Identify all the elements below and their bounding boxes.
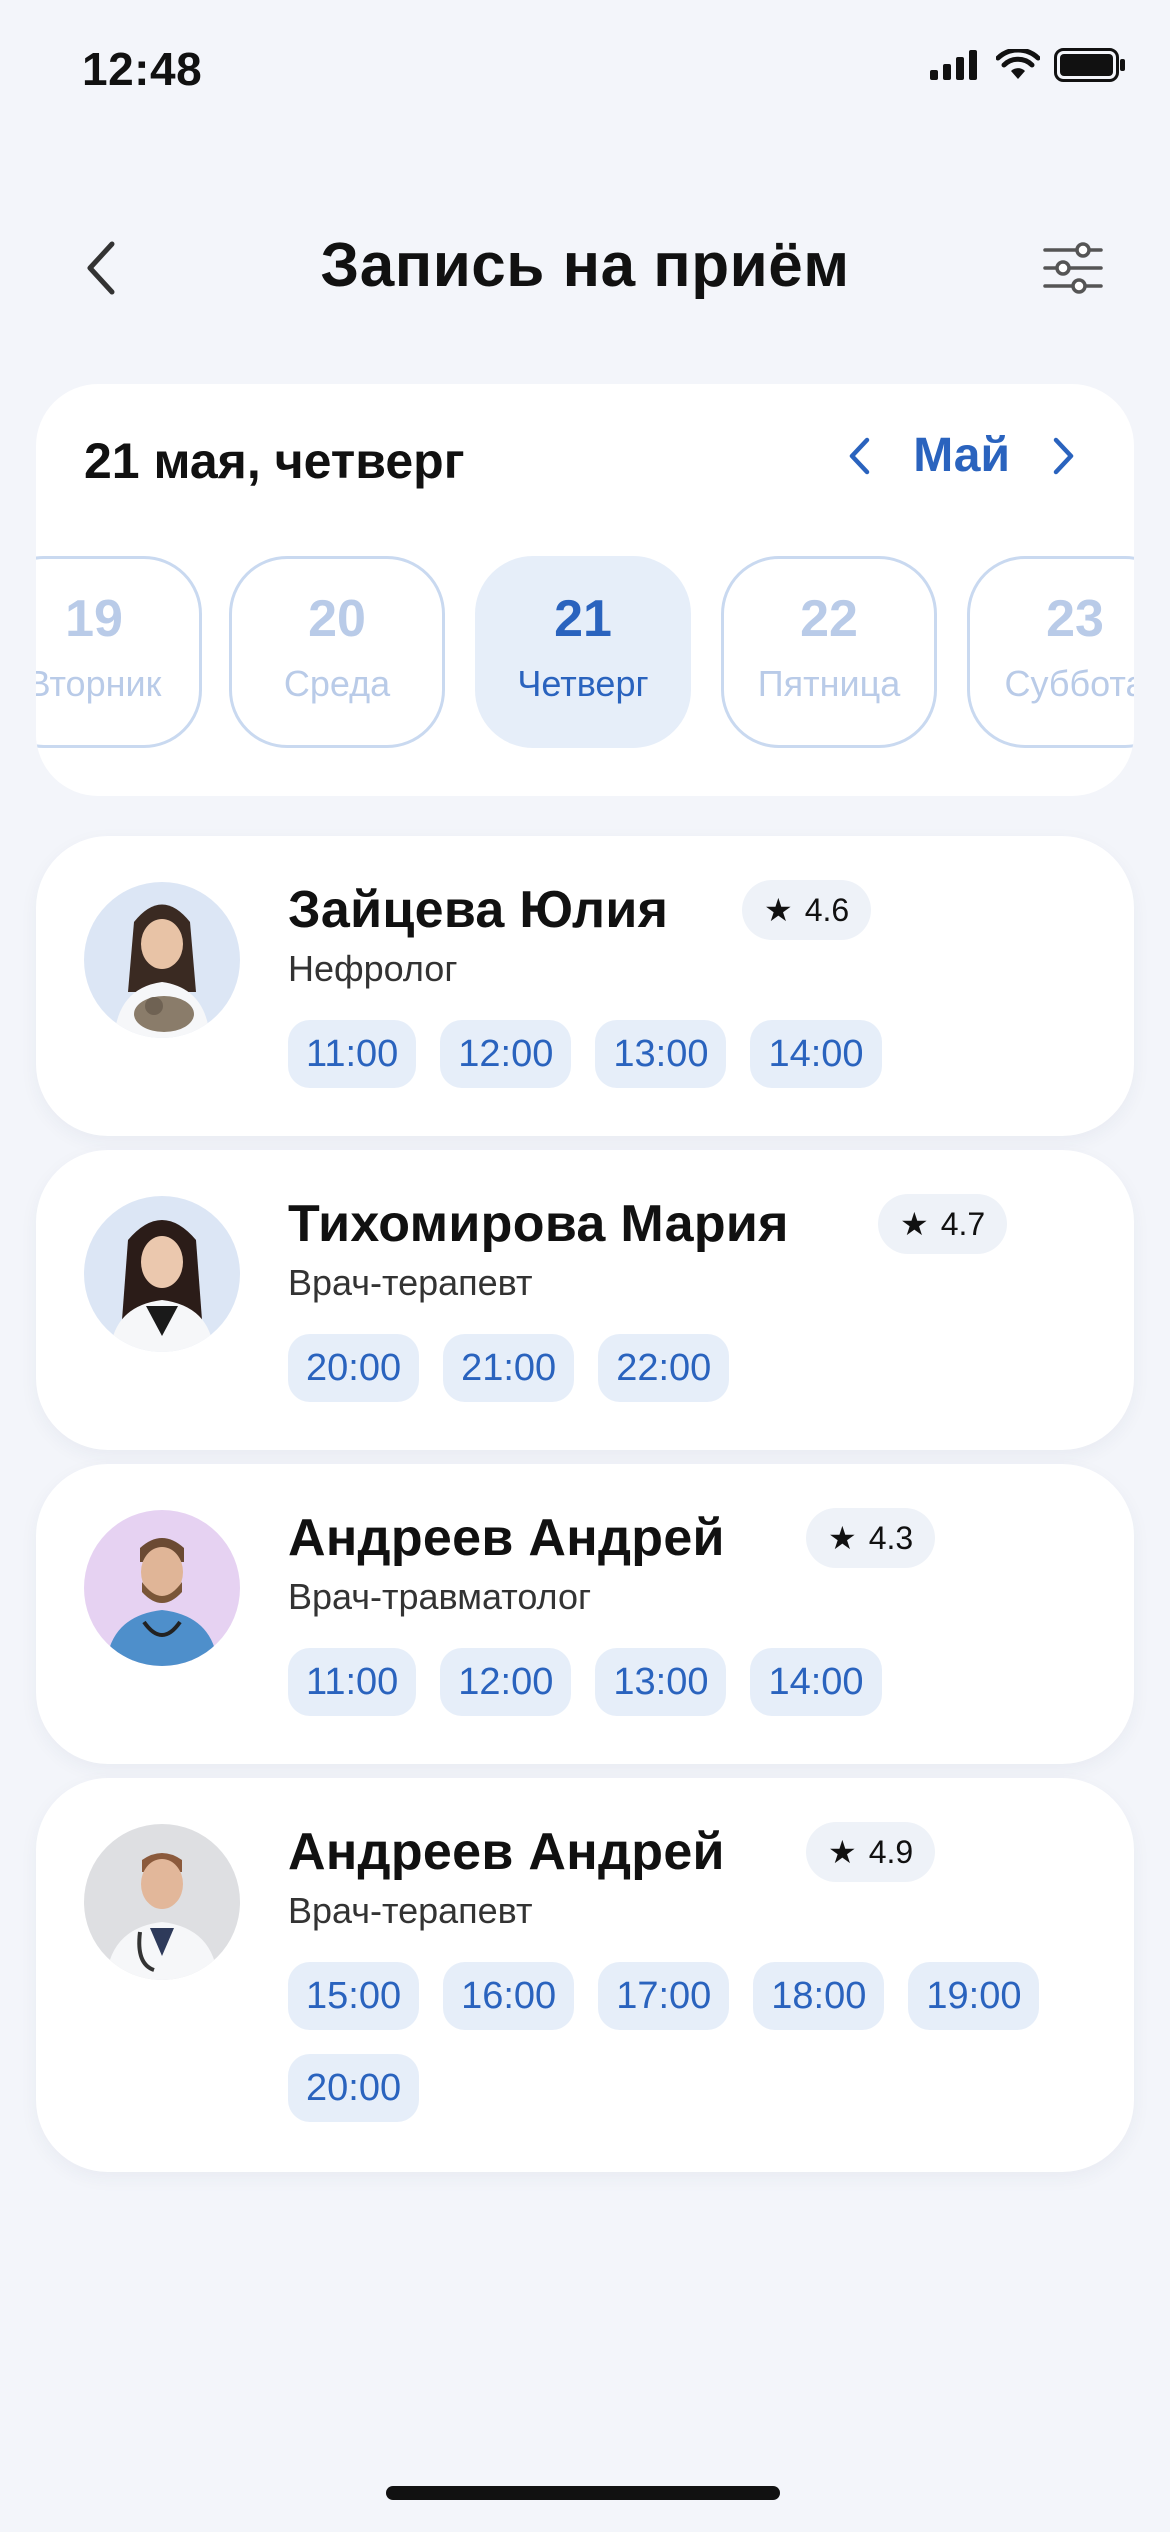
day-number: 21 xyxy=(554,590,612,648)
doctor-name: Андреев Андрей xyxy=(288,1823,725,1881)
doctor-photo-icon xyxy=(84,1824,240,1980)
time-slot[interactable]: 18:00 xyxy=(753,1962,885,2030)
time-slot[interactable]: 15:00 xyxy=(288,1962,420,2030)
month-label: Май xyxy=(913,429,1010,482)
date-picker-card: 21 мая, четверг Май 19 Вторник 20 Среда … xyxy=(36,384,1134,796)
home-indicator xyxy=(386,2486,780,2500)
next-month-button[interactable] xyxy=(1044,431,1084,481)
time-slot[interactable]: 12:00 xyxy=(440,1648,572,1716)
time-slot[interactable]: 21:00 xyxy=(443,1334,575,1402)
doctor-card[interactable]: Тихомирова Мария ★ 4.7 Врач-терапевт 20:… xyxy=(36,1150,1134,1450)
doctor-specialty: Врач-терапевт xyxy=(288,1262,533,1303)
rating-value: 4.9 xyxy=(868,1833,914,1870)
day-number: 19 xyxy=(65,590,123,648)
month-nav: Май xyxy=(839,428,1084,483)
star-icon: ★ xyxy=(828,1520,857,1556)
time-slot[interactable]: 22:00 xyxy=(598,1334,730,1402)
time-slot[interactable]: 20:00 xyxy=(288,2054,420,2122)
time-slot[interactable]: 13:00 xyxy=(595,1020,727,1088)
time-slots: 11:00 12:00 13:00 14:00 xyxy=(288,1648,1088,1716)
avatar xyxy=(84,1824,240,1980)
app-header: Запись на приём xyxy=(0,220,1170,310)
star-icon: ★ xyxy=(764,892,793,928)
rating-badge: ★ 4.6 xyxy=(742,880,872,940)
rating-value: 4.6 xyxy=(804,891,850,928)
status-time: 12:48 xyxy=(82,43,203,95)
cellular-signal-icon xyxy=(930,50,977,80)
doctor-specialty: Врач-травматолог xyxy=(288,1576,592,1617)
day-weekday: Четверг xyxy=(517,663,649,704)
doctor-photo-icon xyxy=(84,1196,240,1352)
doctor-name: Зайцева Юлия xyxy=(288,881,669,939)
time-slot[interactable]: 20:00 xyxy=(288,1334,420,1402)
avatar xyxy=(84,1196,240,1352)
time-slots: 11:00 12:00 13:00 14:00 xyxy=(288,1020,1088,1088)
time-slot[interactable]: 17:00 xyxy=(598,1962,730,2030)
rating-badge: ★ 4.3 xyxy=(806,1508,936,1568)
time-slots: 15:00 16:00 17:00 18:00 19:00 20:00 xyxy=(288,1962,1088,2122)
day-weekday: Пятница xyxy=(757,663,901,704)
time-slot[interactable]: 19:00 xyxy=(908,1962,1040,2030)
time-slot[interactable]: 16:00 xyxy=(443,1962,575,2030)
day-item[interactable]: 19 Вторник xyxy=(36,556,202,748)
day-strip[interactable]: 19 Вторник 20 Среда 21 Четверг 22 Пятниц… xyxy=(36,556,1134,752)
sliders-icon xyxy=(1043,242,1103,294)
rating-value: 4.7 xyxy=(940,1205,986,1242)
doctor-specialty: Врач-терапевт xyxy=(288,1890,533,1931)
doctor-photo-icon xyxy=(84,882,240,1038)
doctor-name: Тихомирова Мария xyxy=(288,1195,789,1253)
time-slot[interactable]: 12:00 xyxy=(440,1020,572,1088)
rating-value: 4.3 xyxy=(868,1519,914,1556)
doctor-card[interactable]: Андреев Андрей ★ 4.3 Врач-травматолог 11… xyxy=(36,1464,1134,1764)
star-icon: ★ xyxy=(900,1206,929,1242)
day-item-selected[interactable]: 21 Четверг xyxy=(475,556,691,748)
day-weekday: Вторник xyxy=(36,663,162,704)
day-number: 23 xyxy=(1046,590,1104,648)
doctor-specialty: Нефролог xyxy=(288,948,458,989)
page-title: Запись на приём xyxy=(320,231,850,300)
status-bar: 12:48 xyxy=(0,0,1170,140)
day-item[interactable]: 23 Суббота xyxy=(967,556,1134,748)
chevron-right-icon xyxy=(1053,437,1074,474)
day-item[interactable]: 22 Пятница xyxy=(721,556,937,748)
rating-badge: ★ 4.9 xyxy=(806,1822,936,1882)
avatar xyxy=(84,882,240,1038)
time-slot[interactable]: 14:00 xyxy=(750,1648,882,1716)
day-number: 22 xyxy=(800,590,858,648)
doctor-card[interactable]: Зайцева Юлия ★ 4.6 Нефролог 11:00 12:00 … xyxy=(36,836,1134,1136)
chevron-left-icon xyxy=(849,437,870,474)
battery-icon xyxy=(1054,48,1125,82)
prev-month-button[interactable] xyxy=(839,431,879,481)
time-slot[interactable]: 13:00 xyxy=(595,1648,727,1716)
time-slot[interactable]: 11:00 xyxy=(288,1648,417,1716)
selected-date: 21 мая, четверг xyxy=(84,433,465,489)
doctor-card[interactable]: Андреев Андрей ★ 4.9 Врач-терапевт 15:00… xyxy=(36,1778,1134,2172)
time-slots: 20:00 21:00 22:00 xyxy=(288,1334,1088,1402)
status-icons xyxy=(930,48,1126,82)
filter-button[interactable] xyxy=(1038,238,1108,298)
wifi-icon xyxy=(996,49,1040,79)
doctor-photo-icon xyxy=(84,1510,240,1666)
day-item[interactable]: 20 Среда xyxy=(229,556,445,748)
time-slot[interactable]: 14:00 xyxy=(750,1020,882,1088)
day-weekday: Суббота xyxy=(1004,663,1135,704)
rating-badge: ★ 4.7 xyxy=(878,1194,1008,1254)
star-icon: ★ xyxy=(828,1834,857,1870)
doctor-name: Андреев Андрей xyxy=(288,1509,725,1567)
day-weekday: Среда xyxy=(283,663,391,704)
avatar xyxy=(84,1510,240,1666)
day-number: 20 xyxy=(308,590,366,648)
time-slot[interactable]: 11:00 xyxy=(288,1020,417,1088)
